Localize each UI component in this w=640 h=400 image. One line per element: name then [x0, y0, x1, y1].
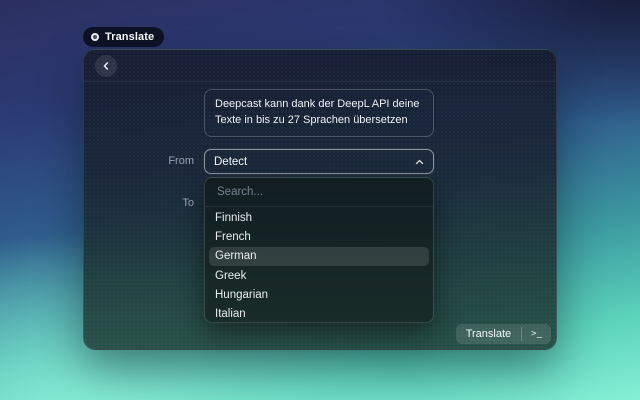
- language-dropdown-panel: Finnish French German Greek Hungarian It…: [204, 177, 434, 323]
- source-text-area[interactable]: Deepcast kann dank der DeepL API deine T…: [204, 89, 434, 137]
- app-badge-label: Translate: [105, 31, 154, 43]
- dropdown-option-list: Finnish French German Greek Hungarian It…: [205, 207, 433, 323]
- option-label: German: [215, 250, 257, 262]
- from-language-select[interactable]: Detect: [204, 149, 434, 174]
- from-label: From: [84, 149, 194, 174]
- dropdown-option-french[interactable]: French: [209, 227, 429, 246]
- terminal-prompt-icon[interactable]: >_: [522, 324, 551, 344]
- language-search-input[interactable]: [215, 185, 423, 199]
- desktop-background: Translate Deepcast kann dank der DeepL A…: [0, 0, 640, 400]
- dropdown-option-greek[interactable]: Greek: [209, 266, 429, 285]
- translate-button[interactable]: Translate: [456, 324, 521, 344]
- dropdown-option-hungarian[interactable]: Hungarian: [209, 285, 429, 304]
- chevron-up-icon: [415, 159, 424, 165]
- from-select-value: Detect: [214, 156, 247, 168]
- record-dot-icon: [91, 33, 99, 41]
- dropdown-option-german[interactable]: German: [209, 247, 429, 266]
- option-label: Greek: [215, 270, 246, 282]
- back-button[interactable]: [95, 55, 117, 77]
- option-label: Italian: [215, 308, 246, 320]
- window-header: [84, 50, 556, 82]
- dropdown-search-row: [205, 178, 433, 207]
- dropdown-option-italian[interactable]: Italian: [209, 304, 429, 323]
- chevron-left-icon: [101, 61, 111, 71]
- translate-window: Deepcast kann dank der DeepL API deine T…: [83, 49, 557, 350]
- option-label: Hungarian: [215, 289, 268, 301]
- option-label: French: [215, 231, 251, 243]
- to-label: To: [84, 191, 194, 216]
- action-bar: Translate >_: [456, 324, 551, 344]
- dropdown-option-finnish[interactable]: Finnish: [209, 208, 429, 227]
- app-badge[interactable]: Translate: [83, 27, 164, 47]
- option-label: Finnish: [215, 212, 252, 224]
